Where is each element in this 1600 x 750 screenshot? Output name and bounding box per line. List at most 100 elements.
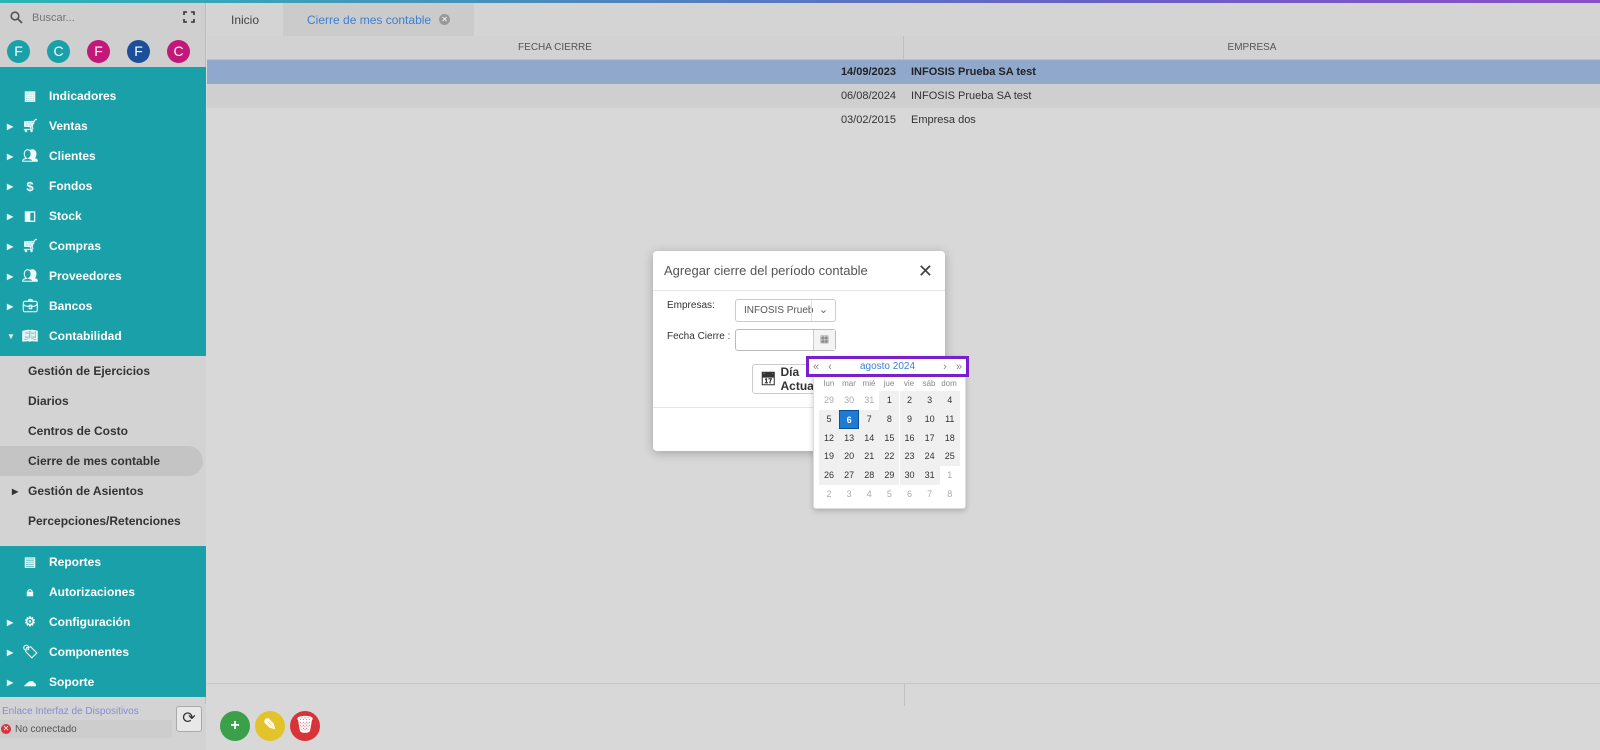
sidebar-item-reportes[interactable]: ▤ Reportes (0, 547, 206, 577)
calendar-day[interactable]: 28 (859, 466, 880, 485)
sidebar-item-fondos[interactable]: ▶ $ Fondos (0, 171, 206, 201)
calendar-day[interactable]: 4 (939, 391, 960, 410)
calendar-day[interactable]: 29 (879, 466, 900, 485)
calendar-day[interactable]: 31 (859, 391, 879, 410)
calendar-day[interactable]: 16 (899, 428, 920, 448)
edit-button[interactable]: ✎ (255, 711, 285, 741)
sync-button[interactable]: ⟳ (176, 706, 202, 732)
sidebar-item-autorizaciones[interactable]: 🔒︎ Autorizaciones (0, 577, 206, 607)
dollar-icon: $ (26, 178, 34, 194)
sidebar-item-compras[interactable]: ▶ 🛒︎ Compras (0, 231, 206, 261)
calendar-day[interactable]: 10 (919, 409, 940, 429)
month-year-label[interactable]: agosto 2024 (837, 361, 938, 372)
tab-cierre-mes[interactable]: Cierre de mes contable ✕ (283, 3, 475, 36)
search-input[interactable] (24, 12, 181, 24)
caret-right-icon: ▶ (12, 486, 19, 496)
calendar-day[interactable]: 2 (819, 485, 839, 504)
sidebar-item-soporte[interactable]: ▶ ☁ Soporte (0, 667, 206, 697)
sidebar-item-percepciones[interactable]: Percepciones/Retenciones (0, 506, 206, 536)
sidebar-item-contabilidad[interactable]: ▼ 📖︎ Contabilidad (0, 321, 206, 351)
calendar-day[interactable]: 8 (879, 409, 900, 429)
close-tab-icon[interactable]: ✕ (439, 14, 451, 25)
calendar-day[interactable]: 2 (899, 391, 920, 410)
sidebar-item-proveedores[interactable]: ▶ 👥︎ Proveedores (0, 261, 206, 291)
calendar-day[interactable]: 30 (899, 466, 920, 485)
calendar-day[interactable]: 3 (839, 485, 859, 504)
calendar-day[interactable]: 13 (839, 428, 860, 448)
avatar[interactable]: F (87, 40, 110, 63)
sidebar-item-diarios[interactable]: Diarios (0, 386, 206, 416)
calendar-day[interactable]: 1 (940, 466, 960, 485)
calendar-day[interactable]: 18 (939, 428, 960, 448)
tab-inicio[interactable]: Inicio (207, 3, 283, 36)
avatar[interactable]: C (167, 40, 190, 63)
calendar-day[interactable]: 27 (839, 466, 860, 485)
avatar[interactable]: F (7, 40, 30, 63)
fullscreen-icon[interactable] (181, 10, 197, 26)
calendar-day[interactable]: 31 (919, 466, 940, 485)
calendar-day[interactable]: 9 (899, 409, 920, 429)
weekday-row: lun mar mié jue vie sáb dom (819, 379, 962, 388)
calendar-day[interactable]: 5 (819, 409, 839, 429)
calendar-day[interactable]: 20 (839, 447, 860, 467)
cart-add-icon: 🛒︎ (22, 238, 39, 253)
calendar-day[interactable]: 7 (920, 485, 940, 504)
calendar-day[interactable]: 17 (919, 428, 940, 448)
calendar-day[interactable]: 11 (939, 409, 960, 429)
trash-icon: 🗑︎ (294, 717, 316, 734)
column-header-empresa[interactable]: EMPRESA (904, 36, 1600, 59)
sidebar-item-gestion-ejercicios[interactable]: Gestión de Ejercicios (0, 356, 206, 386)
sidebar-item-stock[interactable]: ▶ ◧ Stock (0, 201, 206, 231)
calendar-day[interactable]: 3 (919, 391, 940, 410)
calendar-day[interactable]: 8 (940, 485, 960, 504)
calendar-day-selected[interactable]: 6 (839, 409, 860, 429)
calendar-day[interactable]: 12 (819, 428, 839, 448)
sidebar-item-componentes[interactable]: ▶ 🏷︎ Componentes (0, 637, 206, 667)
sidebar-item-ventas[interactable]: ▶ 🛒︎ Ventas (0, 111, 206, 141)
cell-empresa: INFOSIS Prueba SA test (911, 66, 1036, 78)
sidebar-item-centros-costo[interactable]: Centros de Costo (0, 416, 206, 446)
calendar-day[interactable]: 21 (859, 447, 880, 467)
table-row[interactable]: 03/02/2015 Empresa dos (207, 108, 1600, 132)
caret-right-icon: ▶ (7, 181, 14, 191)
sidebar-item-bancos[interactable]: ▶ 💼︎ Bancos (0, 291, 206, 321)
fecha-cierre-input[interactable]: ▦ (735, 329, 836, 351)
weekday-label: mar (842, 379, 856, 388)
calendar-day[interactable]: 4 (859, 485, 879, 504)
calendar-day[interactable]: 19 (819, 447, 839, 467)
empresas-select[interactable]: INFOSIS Prueba SA test ⌄ (735, 299, 836, 322)
calendar-day[interactable]: 15 (879, 428, 900, 448)
table-row[interactable]: 14/09/2023 INFOSIS Prueba SA test (207, 60, 1600, 84)
calendar-day[interactable]: 1 (879, 391, 900, 410)
calendar-day[interactable]: 26 (819, 466, 839, 485)
sidebar-item-cierre-mes[interactable]: Cierre de mes contable (0, 446, 203, 476)
next-month-icon[interactable]: › (938, 361, 952, 373)
calendar-day[interactable]: 22 (879, 447, 900, 467)
column-header-fecha[interactable]: FECHA CIERRE (207, 36, 904, 59)
calendar-day[interactable]: 5 (879, 485, 899, 504)
table-row[interactable]: 06/08/2024 INFOSIS Prueba SA test (207, 84, 1600, 108)
sidebar-item-clientes[interactable]: ▶ 👥︎ Clientes (0, 141, 206, 171)
avatar[interactable]: C (47, 40, 70, 63)
next-year-icon[interactable]: » (952, 361, 966, 373)
sidebar-item-configuracion[interactable]: ▶ ⚙ Configuración (0, 607, 206, 637)
calendar-icon[interactable]: ▦ (813, 330, 835, 350)
calendar-day[interactable]: 6 (900, 485, 920, 504)
delete-button[interactable]: 🗑︎ (290, 711, 320, 741)
calendar-day[interactable]: 23 (899, 447, 920, 467)
calendar-day[interactable]: 30 (839, 391, 859, 410)
calendar-day[interactable]: 14 (859, 428, 880, 448)
close-icon[interactable]: ✕ (918, 262, 933, 280)
calendar-day[interactable]: 24 (919, 447, 940, 467)
sidebar-item-indicadores[interactable]: ▦ Indicadores (0, 81, 206, 111)
calendar-day[interactable]: 29 (819, 391, 839, 410)
avatar[interactable]: F (127, 40, 150, 63)
add-button[interactable]: + (220, 711, 250, 741)
prev-year-icon[interactable]: « (809, 361, 823, 373)
prev-month-icon[interactable]: ‹ (823, 361, 837, 373)
calendar-day[interactable]: 25 (939, 447, 960, 467)
calendar-day[interactable]: 7 (859, 409, 880, 429)
sidebar-item-gestion-asientos[interactable]: ▶ Gestión de Asientos (0, 476, 206, 506)
device-interface-link[interactable]: Enlace Interfaz de Dispositivos (2, 706, 139, 717)
lock-icon: 🔒︎ (26, 584, 34, 599)
